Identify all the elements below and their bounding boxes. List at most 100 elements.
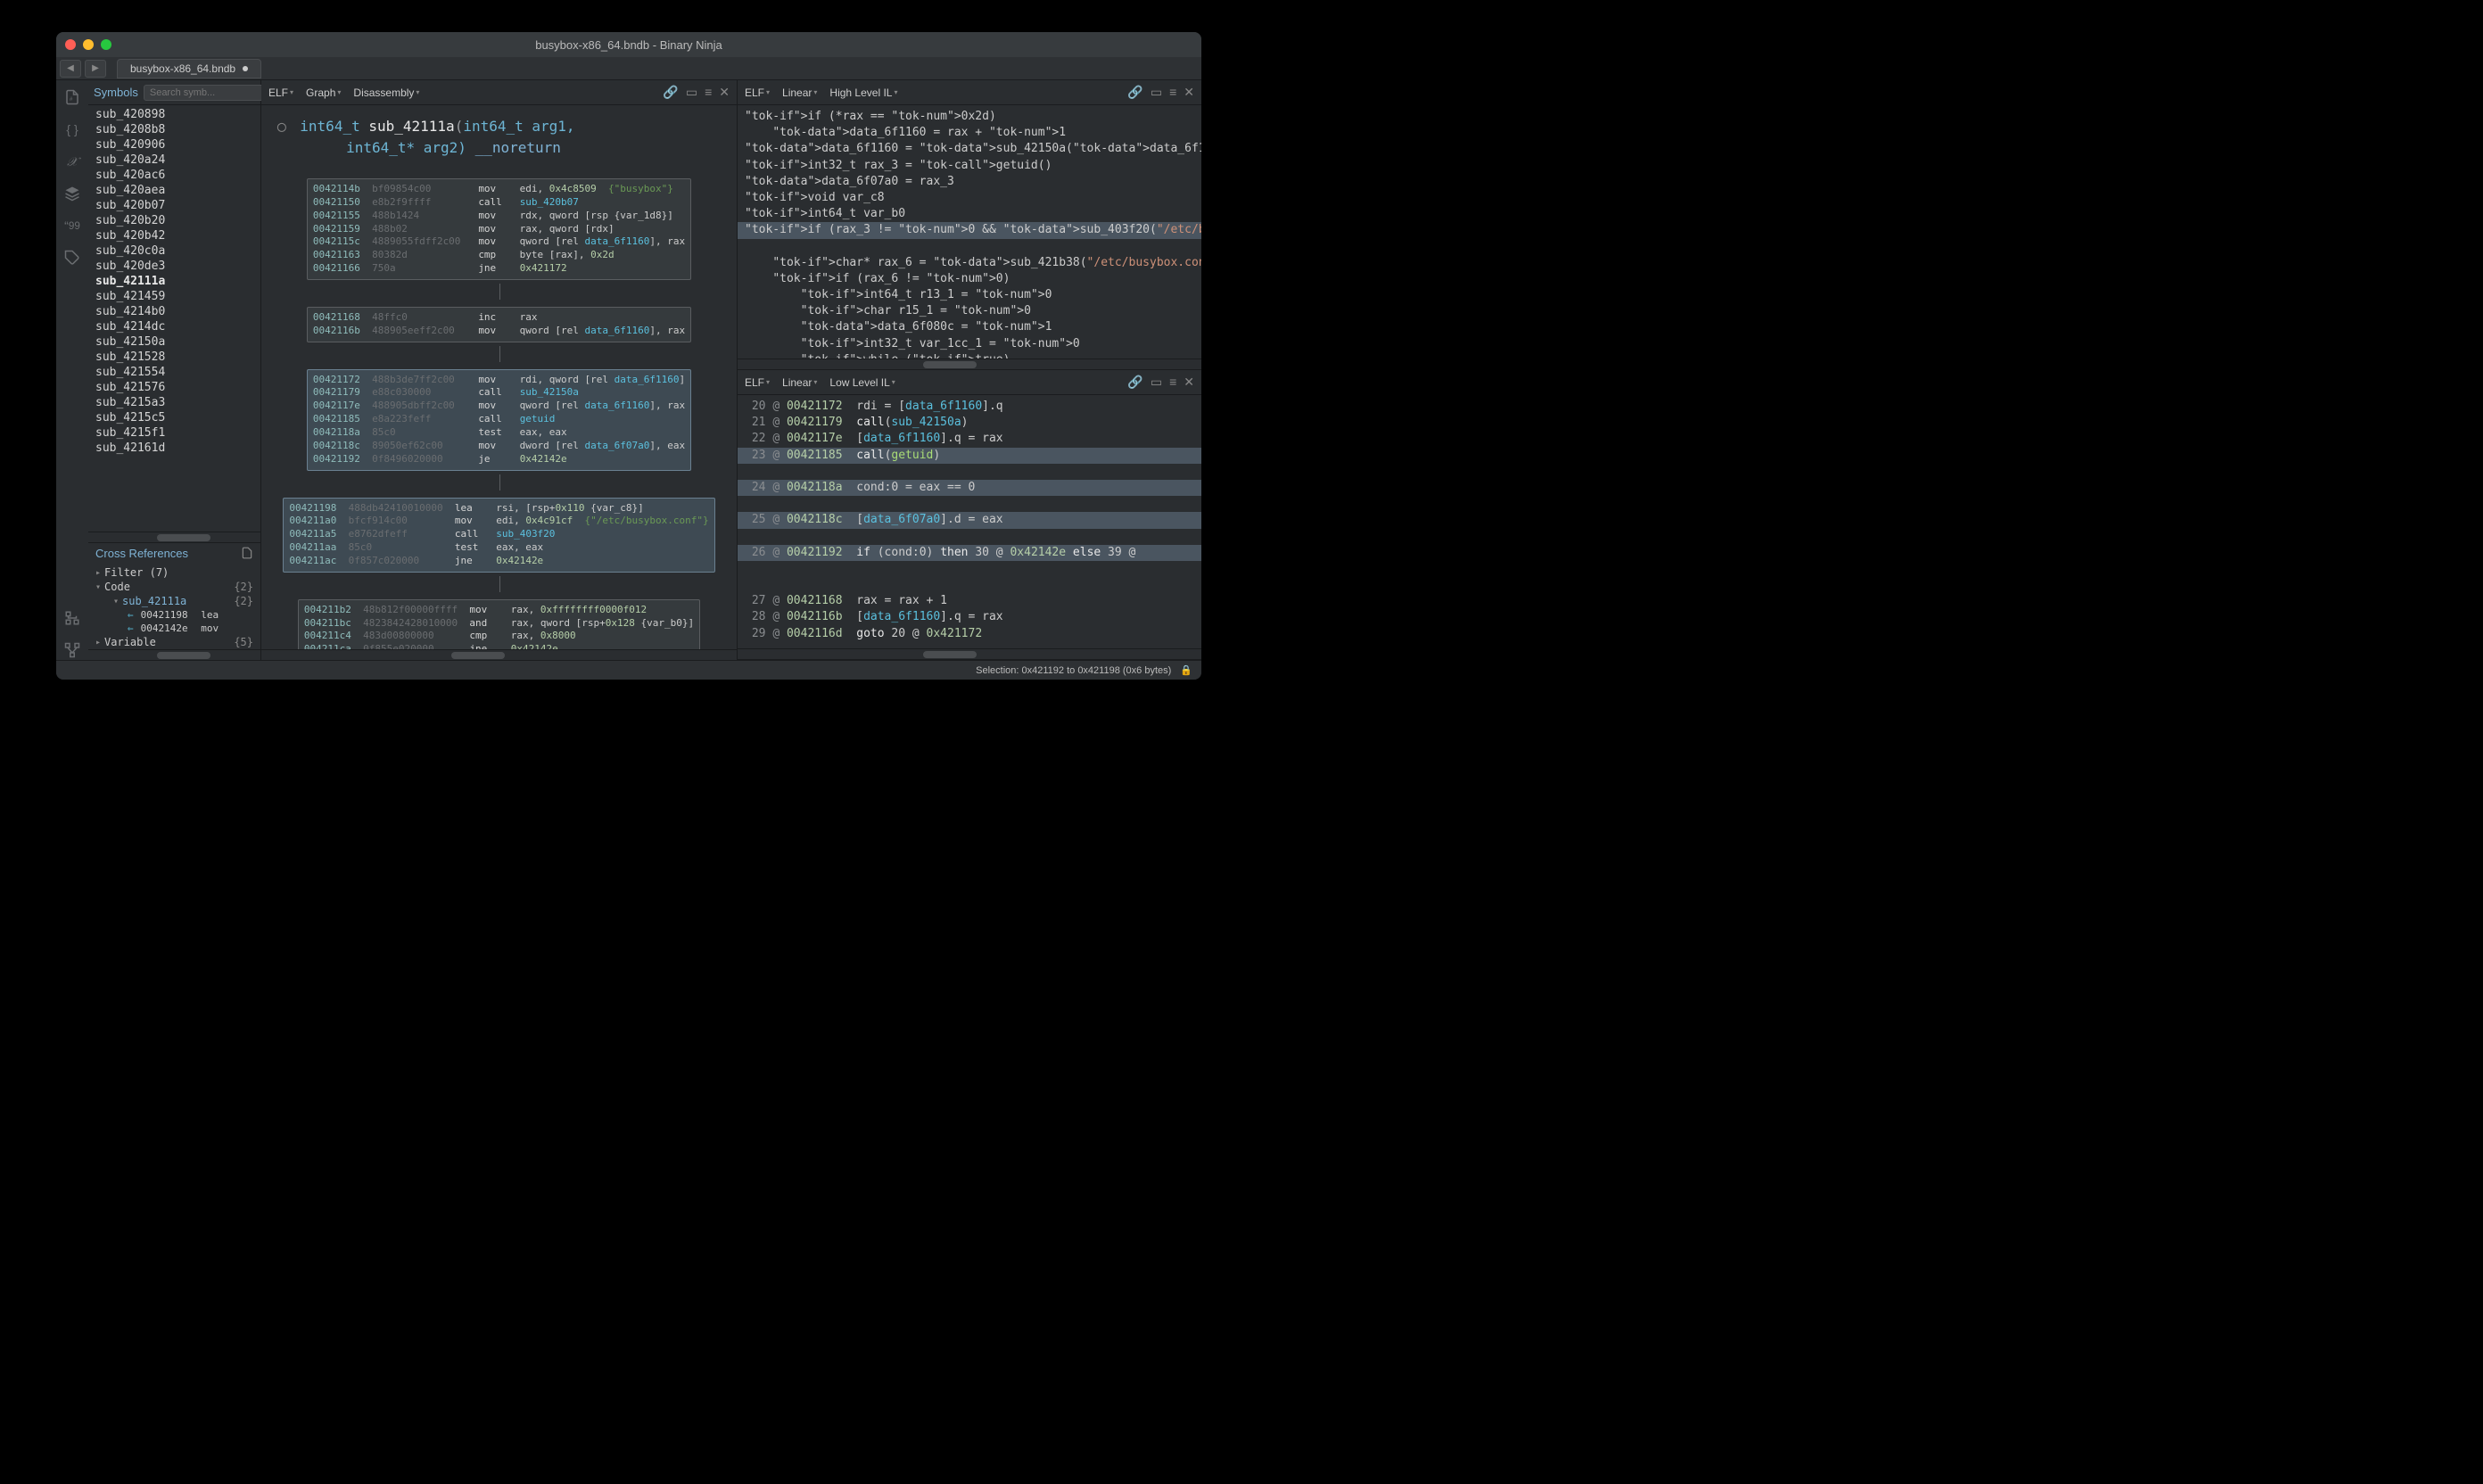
braces-icon[interactable]: { }: [62, 120, 82, 139]
scrollbar[interactable]: [261, 649, 737, 660]
basic-block[interactable]: 004211b2 48b812f00000ffff mov rax, 0xfff…: [298, 599, 700, 649]
symbol-item[interactable]: sub_420ac6: [88, 168, 260, 183]
code-line[interactable]: "tok-if">int32_t rax_3 = "tok-call">getu…: [745, 159, 1052, 172]
split-icon[interactable]: ▭: [686, 85, 697, 100]
il-type-dropdown[interactable]: Disassembly: [353, 87, 419, 99]
code-line[interactable]: 24 @ 0042118a cond:0 = eax == 0: [738, 480, 1201, 496]
symbol-item[interactable]: sub_4214b0: [88, 304, 260, 319]
symbol-item[interactable]: sub_4215f1: [88, 425, 260, 441]
close-pane-icon[interactable]: ✕: [719, 85, 730, 100]
binary-type-dropdown[interactable]: ELF: [745, 87, 770, 99]
file-tab[interactable]: busybox-x86_64.bndb: [117, 59, 261, 78]
il-type-dropdown[interactable]: Low Level IL: [829, 376, 895, 389]
nav-forward-button[interactable]: ▶: [85, 60, 106, 78]
code-line[interactable]: "tok-data">data_6f07a0 = rax_3: [745, 175, 954, 188]
code-line[interactable]: "tok-if">char* rax_6 = "tok-data">sub_42…: [745, 256, 1201, 269]
link-icon[interactable]: 🔗: [1127, 85, 1143, 100]
view-mode-dropdown[interactable]: Linear: [782, 87, 817, 99]
tag-icon[interactable]: [62, 248, 82, 268]
tree-icon[interactable]: [62, 608, 82, 628]
minimize-button[interactable]: [83, 39, 94, 50]
symbol-item[interactable]: sub_420906: [88, 137, 260, 153]
code-line[interactable]: 22 @ 0042117e [data_6f1160].q = rax: [745, 432, 1003, 445]
code-line[interactable]: "tok-if">int64_t r13_1 = "tok-num">0: [745, 288, 1052, 301]
code-line[interactable]: "tok-if">if (rax_3 != "tok-num">0 && "to…: [738, 222, 1201, 238]
symbol-item[interactable]: sub_420aea: [88, 183, 260, 198]
quote-icon[interactable]: “99: [62, 216, 82, 235]
code-line[interactable]: "tok-if">char r15_1 = "tok-num">0: [745, 304, 1031, 317]
symbol-item[interactable]: sub_420b20: [88, 213, 260, 228]
symbol-item[interactable]: sub_421459: [88, 289, 260, 304]
symbol-item[interactable]: sub_42161d: [88, 441, 260, 456]
file-icon[interactable]: #: [62, 87, 82, 107]
basic-block[interactable]: 00421172 488b3de7ff2c00 mov rdi, qword […: [307, 369, 691, 471]
variable-icon[interactable]: 𝒳: [62, 152, 82, 171]
symbol-list[interactable]: sub_420898sub_4208b8sub_420906sub_420a24…: [88, 105, 260, 532]
xref-code-group[interactable]: ▾ Code {2}: [88, 580, 260, 594]
symbol-item[interactable]: sub_4215a3: [88, 395, 260, 410]
lock-icon[interactable]: 🔒: [1180, 664, 1192, 676]
code-line[interactable]: 23 @ 00421185 call(getuid): [738, 448, 1201, 464]
xref-filter[interactable]: ▸ Filter (7): [88, 565, 260, 580]
close-button[interactable]: [65, 39, 76, 50]
close-pane-icon[interactable]: ✕: [1184, 85, 1194, 100]
code-line[interactable]: 20 @ 00421172 rdi = [data_6f1160].q: [745, 400, 1003, 413]
hlil-code[interactable]: "tok-if">if (*rax == "tok-num">0x2d) "to…: [738, 105, 1201, 359]
code-line[interactable]: "tok-data">data_6f1160 = rax + "tok-num"…: [745, 126, 1066, 139]
code-line[interactable]: 26 @ 00421192 if (cond:0) then 30 @ 0x42…: [738, 545, 1201, 561]
code-line[interactable]: 27 @ 00421168 rax = rax + 1: [745, 594, 947, 607]
symbol-item[interactable]: sub_4215c5: [88, 410, 260, 425]
code-line[interactable]: 21 @ 00421179 call(sub_42150a): [745, 416, 969, 429]
export-icon[interactable]: [241, 547, 253, 562]
code-line[interactable]: "tok-if">int64_t var_b0: [745, 207, 905, 220]
binary-type-dropdown[interactable]: ELF: [745, 376, 770, 389]
code-line[interactable]: 28 @ 0042116b [data_6f1160].q = rax: [745, 610, 1003, 623]
split-icon[interactable]: ▭: [1151, 375, 1162, 390]
code-line[interactable]: "tok-data">data_6f080c = "tok-num">1: [745, 320, 1052, 334]
basic-block[interactable]: 00421168 48ffc0 inc rax 0042116b 488905e…: [307, 307, 691, 342]
symbol-item[interactable]: sub_421528: [88, 350, 260, 365]
options-icon[interactable]: ≡: [1169, 85, 1176, 100]
xref-entry[interactable]: ⇐ 0042142e mov: [88, 622, 260, 635]
symbol-item[interactable]: sub_420a24: [88, 153, 260, 168]
symbol-item[interactable]: sub_420b07: [88, 198, 260, 213]
symbol-item[interactable]: sub_420b42: [88, 228, 260, 243]
basic-block[interactable]: 0042114b bf09854c00 mov edi, 0x4c8509 {"…: [307, 178, 691, 280]
graph-view[interactable]: ◯ int64_t sub_42111a(int64_t arg1, int64…: [261, 105, 737, 649]
symbol-item[interactable]: sub_4214dc: [88, 319, 260, 334]
xref-variable-group[interactable]: ▸ Variable {5}: [88, 635, 260, 649]
symbol-item[interactable]: sub_4208b8: [88, 122, 260, 137]
maximize-button[interactable]: [101, 39, 111, 50]
binary-type-dropdown[interactable]: ELF: [268, 87, 293, 99]
code-line[interactable]: "tok-if">if (rax_6 != "tok-num">0): [745, 272, 1010, 285]
view-mode-dropdown[interactable]: Graph: [306, 87, 341, 99]
graph-icon[interactable]: [62, 640, 82, 660]
code-line[interactable]: "tok-data">data_6f1160 = "tok-data">sub_…: [745, 142, 1201, 155]
close-pane-icon[interactable]: ✕: [1184, 375, 1194, 390]
link-icon[interactable]: 🔗: [663, 85, 678, 100]
symbol-item[interactable]: sub_42111a: [88, 274, 260, 289]
scrollbar[interactable]: [88, 649, 260, 660]
xref-entry[interactable]: ⇐ 00421198 lea: [88, 608, 260, 622]
layers-icon[interactable]: [62, 184, 82, 203]
scrollbar[interactable]: [738, 359, 1201, 369]
symbol-item[interactable]: sub_42150a: [88, 334, 260, 350]
nav-back-button[interactable]: ◀: [60, 60, 81, 78]
options-icon[interactable]: ≡: [1169, 375, 1176, 390]
symbol-item[interactable]: sub_420c0a: [88, 243, 260, 259]
disclosure-circle-icon[interactable]: ◯: [277, 118, 286, 135]
code-line[interactable]: "tok-if">int32_t var_1cc_1 = "tok-num">0: [745, 337, 1080, 350]
symbol-item[interactable]: sub_421576: [88, 380, 260, 395]
basic-block[interactable]: 00421198 488db42410010000 lea rsi, [rsp+…: [283, 498, 714, 573]
scrollbar[interactable]: [738, 648, 1201, 659]
symbol-item[interactable]: sub_420de3: [88, 259, 260, 274]
xref-sub-group[interactable]: ▾ sub_42111a {2}: [88, 594, 260, 608]
code-line[interactable]: 25 @ 0042118c [data_6f07a0].d = eax: [738, 512, 1201, 528]
split-icon[interactable]: ▭: [1151, 85, 1162, 100]
symbol-item[interactable]: sub_420898: [88, 107, 260, 122]
view-mode-dropdown[interactable]: Linear: [782, 376, 817, 389]
il-type-dropdown[interactable]: High Level IL: [829, 87, 897, 99]
options-icon[interactable]: ≡: [705, 85, 712, 100]
symbol-item[interactable]: sub_421554: [88, 365, 260, 380]
code-line[interactable]: 29 @ 0042116d goto 20 @ 0x421172: [745, 627, 982, 640]
